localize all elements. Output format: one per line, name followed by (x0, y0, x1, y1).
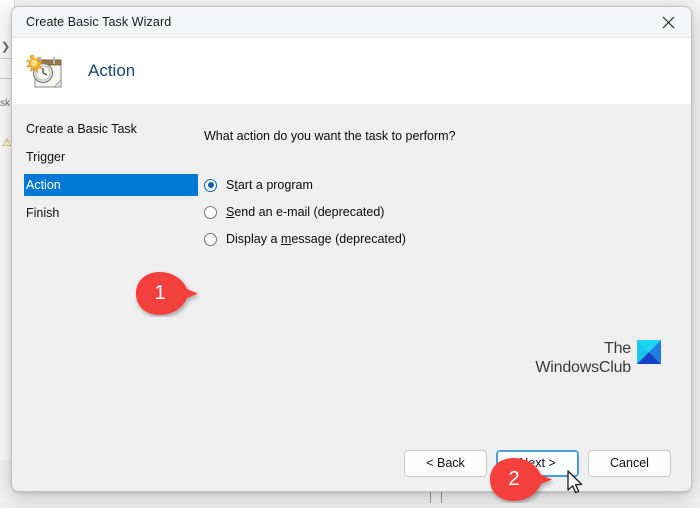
watermark-text: The WindowsClub (535, 339, 631, 377)
background-vertical-rule (430, 492, 431, 503)
cancel-button-label: Cancel (610, 456, 649, 470)
close-button[interactable] (645, 7, 691, 37)
background-text-fragment: sk (0, 98, 10, 109)
radio-label-send-an-email: Send an e-mail (deprecated) (226, 205, 384, 219)
cancel-button[interactable]: Cancel (588, 450, 671, 477)
sidebar-item-finish[interactable]: Finish (12, 202, 204, 224)
sidebar-item-create-a-basic-task[interactable]: Create a Basic Task (12, 118, 204, 140)
watermark: The WindowsClub (535, 339, 661, 377)
sidebar-item-label: Finish (26, 206, 59, 220)
title-bar: Create Basic Task Wizard (12, 7, 691, 38)
radio-label-start-a-program: Start a program (226, 178, 313, 192)
watermark-line-2: WindowsClub (535, 358, 631, 377)
sidebar-item-label: Action (26, 178, 61, 192)
task-scheduler-clock-calendar-icon (26, 52, 66, 90)
radio-option-start-a-program[interactable]: Start a program (204, 173, 671, 197)
radio-label-display-a-message: Display a message (deprecated) (226, 232, 406, 246)
next-button[interactable]: Next > (496, 450, 579, 477)
back-button[interactable]: < Back (404, 450, 487, 477)
wizard-header: Action (12, 38, 691, 104)
wizard-step-list: Create a Basic Task Trigger Action Finis… (12, 104, 204, 435)
dialog-body: Create a Basic Task Trigger Action Finis… (12, 104, 691, 435)
sidebar-item-label: Create a Basic Task (26, 122, 137, 136)
window-title: Create Basic Task Wizard (12, 15, 171, 29)
windowsclub-logo-icon (637, 340, 661, 364)
background-vertical-rule (441, 492, 442, 503)
sidebar-item-trigger[interactable]: Trigger (12, 146, 204, 168)
radio-button-display-a-message[interactable] (204, 233, 217, 246)
sidebar-item-action[interactable]: Action (24, 174, 198, 196)
radio-button-start-a-program[interactable] (204, 179, 217, 192)
back-button-label: < Back (426, 456, 465, 470)
dialog-footer: < Back Next > Cancel (12, 435, 691, 491)
next-button-label: Next > (519, 456, 555, 470)
prompt-text: What action do you want the task to perf… (204, 129, 671, 143)
close-x-icon (662, 16, 675, 29)
create-basic-task-wizard-dialog: Create Basic Task Wizard (11, 6, 692, 492)
action-selection-pane: What action do you want the task to perf… (204, 104, 691, 435)
radio-option-display-a-message[interactable]: Display a message (deprecated) (204, 227, 671, 251)
watermark-line-1: The (535, 339, 631, 358)
page-title: Action (88, 61, 135, 81)
radio-button-send-an-email[interactable] (204, 206, 217, 219)
sidebar-item-label: Trigger (26, 150, 65, 164)
radio-option-send-an-email[interactable]: Send an e-mail (deprecated) (204, 200, 671, 224)
